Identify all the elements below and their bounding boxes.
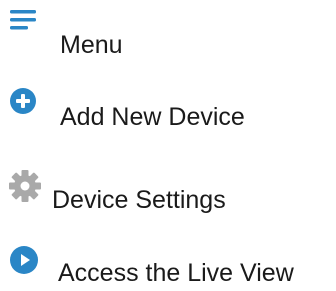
legend-item-device-settings: Device Settings xyxy=(0,165,336,225)
menu-label: Menu xyxy=(60,31,123,59)
plus-circle-icon xyxy=(10,88,36,114)
legend-item-live-view: Access the Live View xyxy=(0,240,336,291)
hamburger-menu-icon xyxy=(10,10,36,30)
play-circle-icon xyxy=(10,246,38,274)
live-view-label: Access the Live View xyxy=(58,259,294,287)
add-new-device-label: Add New Device xyxy=(60,103,245,131)
legend-item-add-new-device: Add New Device xyxy=(0,80,336,140)
device-settings-label: Device Settings xyxy=(52,186,226,214)
legend-item-menu: Menu xyxy=(0,0,336,65)
gear-icon xyxy=(9,170,41,202)
